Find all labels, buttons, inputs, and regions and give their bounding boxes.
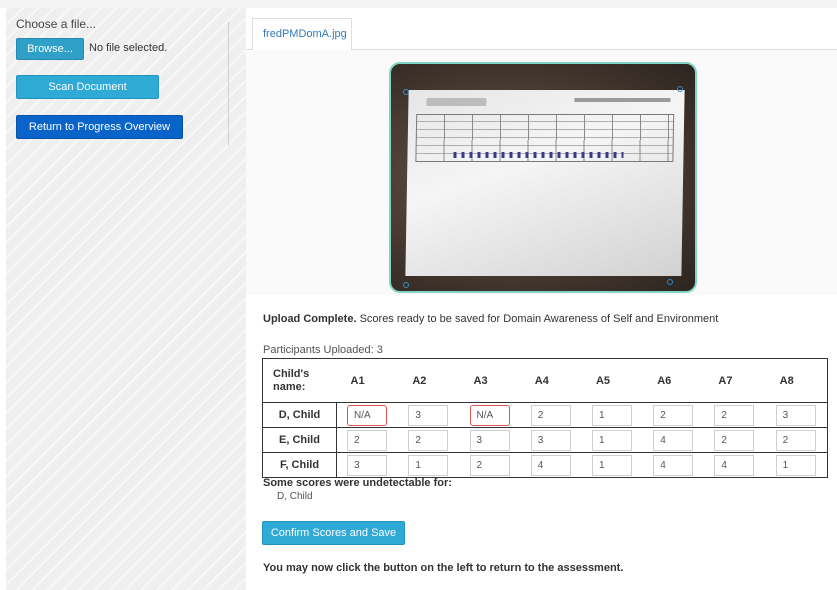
score-input[interactable]: 2 bbox=[714, 429, 755, 451]
score-input[interactable]: 3 bbox=[775, 404, 816, 426]
file-status-text: No file selected. bbox=[89, 42, 168, 54]
score-cell: 1 bbox=[581, 427, 644, 453]
score-input[interactable]: 2 bbox=[347, 429, 387, 451]
score-input[interactable]: 3 bbox=[469, 429, 510, 451]
scanned-document-image bbox=[389, 62, 697, 293]
top-strip bbox=[0, 0, 837, 8]
child-name-cell: F, Child bbox=[262, 452, 337, 478]
scan-document-button[interactable]: Scan Document bbox=[16, 75, 159, 99]
score-input[interactable]: 3 bbox=[347, 454, 387, 476]
upload-detail-text: Scores ready to be saved for Domain Awar… bbox=[356, 313, 719, 325]
header-a2: A2 bbox=[412, 374, 427, 387]
paper-logo bbox=[426, 98, 487, 106]
upload-status-message: Upload Complete. Scores ready to be save… bbox=[263, 313, 718, 325]
score-cell: 2 bbox=[459, 452, 521, 478]
score-input[interactable]: N/A bbox=[347, 404, 387, 426]
score-cell: 2 bbox=[520, 402, 582, 428]
score-input[interactable]: 4 bbox=[653, 454, 694, 476]
score-input[interactable]: 1 bbox=[775, 454, 816, 476]
table-header-row: Child's name: A1 A2 A3 A4 A5 A6 A7 A8 bbox=[263, 359, 828, 403]
score-input[interactable]: 2 bbox=[469, 454, 510, 476]
main-panel: fredPMDomA.jpg Upload Complete. Scores r… bbox=[246, 8, 837, 590]
score-cell: N/A bbox=[459, 402, 521, 428]
final-instruction: You may now click the button on the left… bbox=[263, 562, 624, 574]
score-cell: 4 bbox=[704, 452, 766, 478]
participants-count: Participants Uploaded: 3 bbox=[263, 344, 383, 356]
score-input[interactable]: 2 bbox=[775, 429, 816, 451]
crop-handle-top-right[interactable] bbox=[677, 86, 683, 92]
crop-handle-bottom-left[interactable] bbox=[403, 282, 409, 288]
header-a6: A6 bbox=[657, 374, 672, 387]
score-cell: 1 bbox=[581, 452, 644, 478]
crop-handle-bottom-right[interactable] bbox=[667, 279, 673, 285]
score-cell: 2 bbox=[398, 427, 460, 453]
score-input[interactable]: 1 bbox=[591, 404, 632, 426]
score-input[interactable]: 1 bbox=[591, 429, 632, 451]
score-input[interactable]: N/A bbox=[469, 404, 510, 426]
paper-title-line bbox=[574, 98, 671, 102]
table-row: E, Child 2 2 3 3 1 4 2 2 bbox=[262, 427, 828, 453]
score-cell: 3 bbox=[765, 402, 828, 428]
scores-table: Child's name: A1 A2 A3 A4 A5 A6 A7 A8 D,… bbox=[262, 358, 828, 478]
tab-uploaded-file[interactable]: fredPMDomA.jpg bbox=[252, 18, 352, 51]
score-cell: 1 bbox=[581, 402, 644, 428]
score-cell: 1 bbox=[765, 452, 828, 478]
table-row: F, Child 3 1 2 4 1 4 4 1 bbox=[262, 452, 828, 478]
paper-marked-bubbles bbox=[453, 152, 624, 158]
score-cell: 4 bbox=[643, 427, 705, 453]
return-to-progress-button[interactable]: Return to Progress Overview bbox=[16, 115, 183, 139]
header-a1: A1 bbox=[350, 374, 365, 387]
header-a8: A8 bbox=[779, 374, 794, 387]
header-a5: A5 bbox=[595, 374, 611, 387]
browse-button[interactable]: Browse... bbox=[16, 38, 84, 60]
table-row: D, Child N/A 3 N/A 2 1 2 2 3 bbox=[262, 402, 828, 428]
undetectable-names: D, Child bbox=[277, 491, 313, 502]
child-name-cell: E, Child bbox=[262, 427, 337, 453]
score-cell: 3 bbox=[520, 427, 582, 453]
score-input[interactable]: 3 bbox=[408, 404, 449, 426]
score-input[interactable]: 2 bbox=[530, 404, 571, 426]
score-cell: 4 bbox=[520, 452, 582, 478]
score-input[interactable]: 3 bbox=[530, 429, 571, 451]
header-childs-name: Child's name: bbox=[273, 367, 310, 393]
choose-file-label: Choose a file... bbox=[16, 17, 97, 31]
header-a3: A3 bbox=[473, 374, 488, 387]
header-a4: A4 bbox=[534, 374, 549, 387]
score-input[interactable]: 2 bbox=[408, 429, 449, 451]
score-input[interactable]: 4 bbox=[530, 454, 571, 476]
confirm-scores-button[interactable]: Confirm Scores and Save bbox=[262, 521, 405, 545]
sidebar-divider bbox=[228, 22, 229, 146]
score-cell: 3 bbox=[459, 427, 521, 453]
upload-complete-label: Upload Complete. bbox=[263, 313, 357, 325]
score-cell: 2 bbox=[704, 427, 766, 453]
score-cell: 3 bbox=[336, 452, 399, 478]
undetectable-label: Some scores were undetectable for: bbox=[263, 477, 452, 489]
crop-handle-top-left[interactable] bbox=[403, 89, 409, 95]
header-a7: A7 bbox=[718, 374, 733, 387]
sidebar: Choose a file... Browse... No file selec… bbox=[6, 8, 246, 590]
score-cell: N/A bbox=[336, 402, 399, 428]
score-input[interactable]: 1 bbox=[591, 454, 632, 476]
score-cell: 2 bbox=[643, 402, 705, 428]
score-cell: 2 bbox=[336, 427, 399, 453]
score-cell: 2 bbox=[765, 427, 828, 453]
score-input[interactable]: 2 bbox=[653, 404, 694, 426]
score-input[interactable]: 4 bbox=[653, 429, 694, 451]
score-input[interactable]: 1 bbox=[408, 454, 449, 476]
score-input[interactable]: 2 bbox=[714, 404, 755, 426]
score-cell: 2 bbox=[704, 402, 766, 428]
score-cell: 3 bbox=[398, 402, 460, 428]
tab-strip: fredPMDomA.jpg bbox=[246, 18, 837, 51]
score-cell: 1 bbox=[398, 452, 460, 478]
document-paper bbox=[405, 90, 685, 276]
score-input[interactable]: 4 bbox=[714, 454, 755, 476]
child-name-cell: D, Child bbox=[262, 402, 337, 428]
score-cell: 4 bbox=[643, 452, 705, 478]
